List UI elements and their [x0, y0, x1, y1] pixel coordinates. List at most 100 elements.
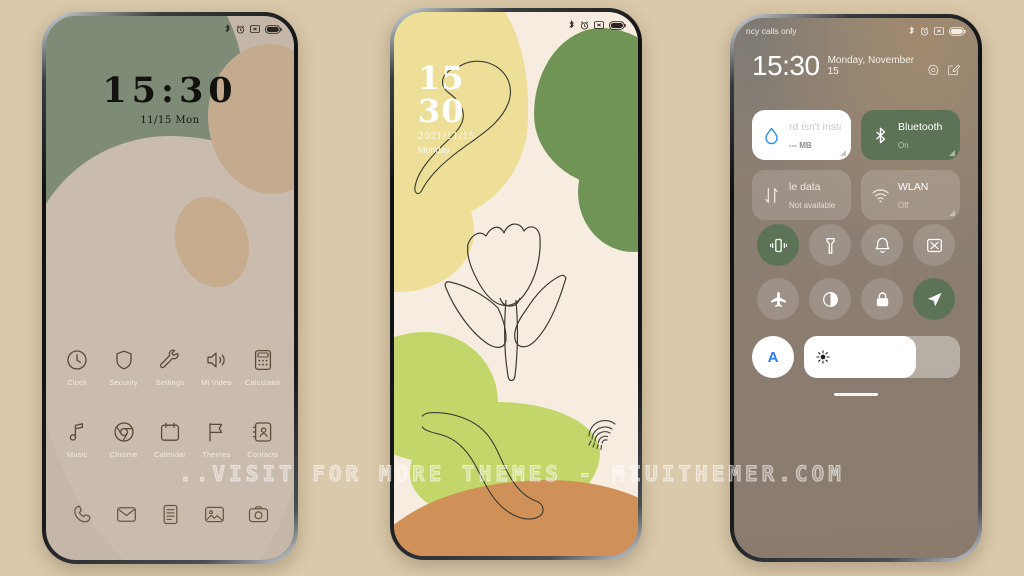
app-label: Calendar	[153, 450, 187, 459]
lock-status-icons	[568, 20, 626, 30]
toggle-airplane[interactable]	[757, 278, 799, 320]
calendar-icon	[158, 420, 182, 444]
home-clock-date: 11/15 Mon	[140, 115, 200, 126]
tile-title: le data	[789, 181, 821, 193]
app-icon-clock[interactable]: Clock	[54, 348, 100, 387]
home-status-bar	[46, 16, 294, 42]
app-label: Chrome	[109, 450, 138, 459]
flashlight-icon	[825, 237, 835, 254]
alarm-icon	[920, 26, 929, 36]
toggle-screen-lock[interactable]	[861, 278, 903, 320]
alarm-icon	[580, 20, 589, 30]
tile-title: WLAN	[898, 181, 929, 193]
mail-icon[interactable]	[115, 503, 138, 526]
toggle-flashlight[interactable]	[809, 224, 851, 266]
app-icon-calendar[interactable]: Calendar	[147, 420, 193, 459]
home-dock	[46, 503, 294, 526]
lock-clock-widget: 15 30 2021/11/15 Monday	[418, 62, 475, 155]
tile-subtitle: Not available	[789, 201, 836, 210]
battery-icon	[949, 26, 966, 36]
brightness-slider[interactable]	[804, 336, 960, 378]
location-icon	[927, 292, 942, 306]
bluetooth-icon	[871, 126, 890, 145]
data-arrows-icon	[762, 186, 781, 205]
bottom-leaf-line-art	[422, 412, 544, 520]
tulip-line-art	[444, 223, 567, 382]
wifi-icon	[871, 186, 890, 205]
app-label: Themes	[202, 450, 231, 459]
tile-subtitle: Off	[898, 201, 909, 210]
tile-bluetooth[interactable]: Bluetooth On	[861, 110, 960, 160]
tile-title: rd isn't installe	[789, 121, 841, 133]
tile-mobile-data[interactable]: le data Not available	[752, 170, 851, 220]
camera-icon[interactable]	[247, 503, 270, 526]
bluetooth-icon	[908, 26, 915, 36]
app-label: Settings	[155, 378, 185, 387]
chrome-icon	[112, 420, 136, 444]
toggle-screenshot[interactable]	[913, 224, 955, 266]
tile-sdcard[interactable]: rd isn't installe --- MB	[752, 110, 851, 160]
toggle-dark-mode[interactable]	[809, 278, 851, 320]
app-icon-security[interactable]: Security	[100, 348, 146, 387]
cc-header: 15:30 Monday, November 15	[752, 52, 960, 80]
home-indicator	[834, 393, 878, 396]
app-grid: Clock Security Settings Mi Video Calcula…	[46, 348, 294, 387]
phone-icon[interactable]	[71, 503, 94, 526]
water-drop-icon	[762, 126, 781, 145]
app-label: Contacts	[247, 450, 279, 459]
app-icon-contacts[interactable]: Contacts	[240, 420, 286, 459]
app-label: Clock	[67, 378, 88, 387]
music-note-icon	[65, 420, 89, 444]
cc-status-bar: ncy calls only	[734, 18, 978, 44]
auto-brightness-button[interactable]: A	[752, 336, 794, 378]
clock-icon	[65, 348, 89, 372]
phone-control-center: ncy calls only 15:30 Monday, November 15…	[730, 14, 982, 562]
calculator-icon	[251, 348, 275, 372]
sun-icon	[816, 350, 830, 364]
tile-wlan[interactable]: WLAN Off	[861, 170, 960, 220]
home-status-icons	[224, 24, 282, 34]
bluetooth-icon	[224, 24, 231, 34]
cc-status-icons	[908, 26, 966, 36]
battery-icon	[609, 20, 626, 30]
cc-brightness-row: A	[752, 336, 960, 378]
mute-icon	[594, 21, 604, 29]
toggle-location[interactable]	[913, 278, 955, 320]
app-grid: Music Chrome Calendar Themes Contacts	[46, 420, 294, 459]
cc-toggles-grid	[752, 224, 960, 320]
notes-icon[interactable]	[159, 503, 182, 526]
phone-lock-screen: 15 30 2021/11/15 Monday	[390, 8, 642, 560]
app-label: Music	[66, 450, 88, 459]
app-icon-mi-video[interactable]: Mi Video	[193, 348, 239, 387]
cc-clock-time: 15:30	[752, 50, 820, 81]
toggle-vibrate[interactable]	[757, 224, 799, 266]
gallery-icon[interactable]	[203, 503, 226, 526]
app-icon-settings[interactable]: Settings	[147, 348, 193, 387]
fingerprint-icon[interactable]	[582, 412, 622, 452]
tile-expand-corner[interactable]	[840, 150, 846, 156]
cc-status-left-text: ncy calls only	[746, 26, 797, 36]
tile-subtitle: On	[898, 141, 909, 150]
toggle-ringer[interactable]	[861, 224, 903, 266]
tile-expand-corner[interactable]	[949, 210, 955, 216]
lock-clock-weekday: Monday	[418, 145, 451, 156]
battery-icon	[265, 24, 282, 34]
tile-expand-corner[interactable]	[949, 150, 955, 156]
contrast-icon	[822, 291, 838, 307]
airplane-icon	[770, 291, 786, 307]
app-icon-themes[interactable]: Themes	[193, 420, 239, 459]
shield-icon	[112, 348, 136, 372]
lock-clock-minute: 30	[418, 91, 465, 130]
app-icon-music[interactable]: Music	[54, 420, 100, 459]
alarm-icon	[236, 24, 245, 34]
app-label: Mi Video	[201, 378, 232, 387]
settings-gear-icon[interactable]	[927, 63, 940, 77]
app-icon-calculator[interactable]: Calculator	[240, 348, 286, 387]
cc-tiles-grid: rd isn't installe --- MB Bluetooth On le…	[752, 110, 960, 220]
screenshot-icon	[926, 238, 942, 252]
tile-title: Bluetooth	[898, 121, 943, 133]
cc-clock-date: Monday, November 15	[827, 55, 915, 77]
edit-icon[interactable]	[947, 63, 960, 77]
app-icon-chrome[interactable]: Chrome	[100, 420, 146, 459]
lock-status-bar	[394, 12, 638, 38]
